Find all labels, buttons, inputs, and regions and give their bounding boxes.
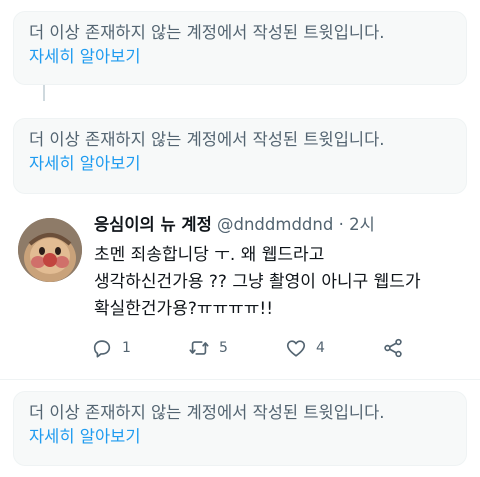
tweet-text-line: 초멘 죄송합니당 ㅜ. 왜 웹드라고 <box>94 245 325 265</box>
unavailable-tweet-notice: 더 이상 존재하지 않는 계정에서 작성된 트윗입니다. 자세히 알아보기 <box>13 11 467 85</box>
user-handle[interactable]: @dnddmddnd <box>217 215 333 234</box>
tweet-text: 초멘 죄송합니당 ㅜ. 왜 웹드라고 생각하신건가용 ?? 그냥 촬영이 아니구… <box>94 242 464 323</box>
heart-icon <box>286 340 306 357</box>
unavailable-tweet-notice: 더 이상 존재하지 않는 계정에서 작성된 트윗입니다. 자세히 알아보기 <box>13 391 467 466</box>
tweet-header: 응심이의 뉴 계정 @dnddmddnd · 2시 <box>94 213 375 237</box>
tweet-text-line: 생각하신건가용 ?? 그냥 촬영이 아니구 웹드가 <box>94 272 421 292</box>
reply-button[interactable]: 1 <box>91 335 131 361</box>
avatar[interactable] <box>18 218 82 282</box>
learn-more-link[interactable]: 자세히 알아보기 <box>29 46 141 68</box>
timestamp[interactable]: 2시 <box>349 215 375 234</box>
learn-more-link[interactable]: 자세히 알아보기 <box>29 426 141 448</box>
tweet-actions: 1 5 4 <box>0 335 480 361</box>
tweet-text-line: 확실한건가용?ㅠㅠㅠㅠ!! <box>94 299 274 319</box>
reply-icon <box>93 340 111 358</box>
like-count: 4 <box>316 340 325 356</box>
thread-line <box>43 85 45 101</box>
retweet-icon <box>189 341 209 355</box>
divider <box>0 379 480 380</box>
retweet-count: 5 <box>219 340 228 356</box>
avatar-image <box>18 218 82 282</box>
like-button[interactable]: 4 <box>285 335 325 361</box>
separator-dot: · <box>338 215 344 234</box>
notice-text: 더 이상 존재하지 않는 계정에서 작성된 트윗입니다. <box>29 403 385 422</box>
learn-more-link[interactable]: 자세히 알아보기 <box>29 153 141 175</box>
unavailable-tweet-notice: 더 이상 존재하지 않는 계정에서 작성된 트윗입니다. 자세히 알아보기 <box>13 118 467 194</box>
retweet-button[interactable]: 5 <box>188 335 228 361</box>
share-icon <box>384 338 402 358</box>
notice-text: 더 이상 존재하지 않는 계정에서 작성된 트윗입니다. <box>29 130 385 149</box>
share-button[interactable] <box>382 335 404 361</box>
display-name[interactable]: 응심이의 뉴 계정 <box>94 215 212 234</box>
reply-count: 1 <box>122 340 131 356</box>
notice-text: 더 이상 존재하지 않는 계정에서 작성된 트윗입니다. <box>29 23 385 42</box>
